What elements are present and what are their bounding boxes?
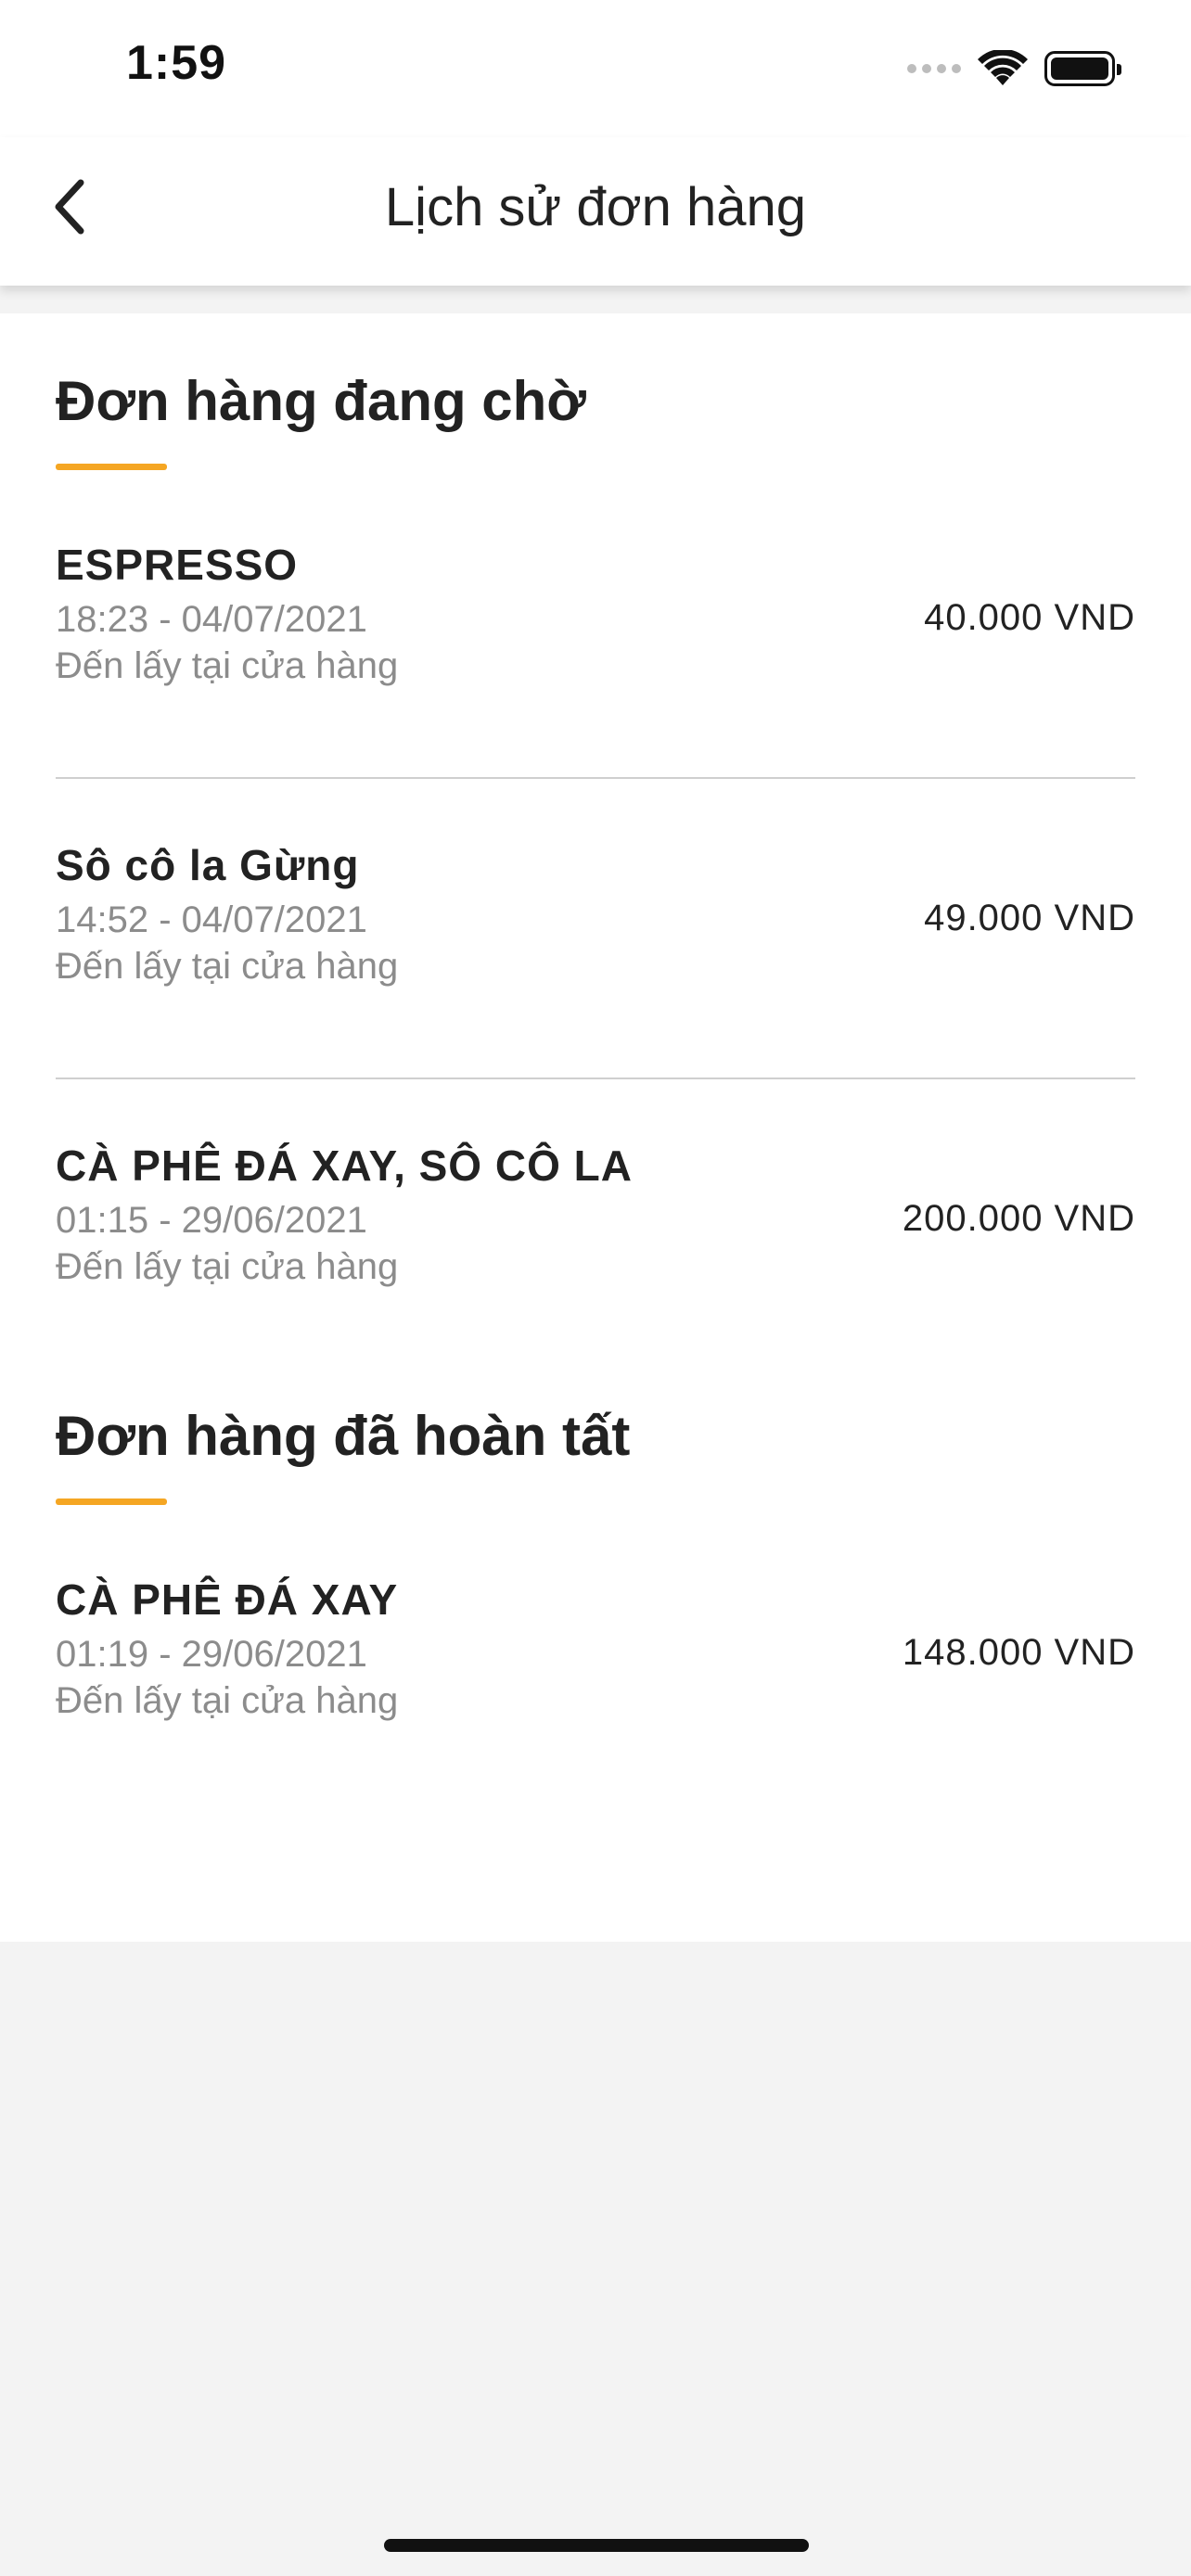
order-name: CÀ PHÊ ĐÁ XAY, SÔ CÔ LA [56, 1141, 633, 1190]
divider [56, 1078, 1135, 1079]
status-time: 1:59 [126, 36, 227, 90]
order-history-content: Đơn hàng đang chờ ESPRESSO 18:23 - 04/07… [0, 313, 1191, 1942]
divider [56, 777, 1135, 779]
battery-icon [1044, 51, 1121, 86]
completed-section-title: Đơn hàng đã hoàn tất [56, 1405, 631, 1467]
order-time: 14:52 - 04/07/2021 [56, 899, 367, 940]
wifi-icon [978, 50, 1028, 85]
order-price: 148.000 VND [902, 1632, 1135, 1673]
pending-order-item[interactable]: CÀ PHÊ ĐÁ XAY, SÔ CÔ LA 01:15 - 29/06/20… [56, 1141, 1135, 1326]
order-name: Sô cô la Gừng [56, 841, 360, 889]
status-icons [907, 46, 1121, 91]
order-price: 49.000 VND [924, 898, 1135, 938]
status-bar: 1:59 [0, 0, 1191, 137]
order-name: ESPRESSO [56, 541, 299, 589]
pending-section-title: Đơn hàng đang chờ [56, 370, 586, 432]
order-pickup-method: Đến lấy tại cửa hàng [56, 1680, 399, 1721]
order-time: 18:23 - 04/07/2021 [56, 599, 367, 640]
completed-section-underline [56, 1498, 167, 1505]
order-time: 01:15 - 29/06/2021 [56, 1200, 367, 1241]
order-price: 40.000 VND [924, 597, 1135, 638]
order-price: 200.000 VND [902, 1198, 1135, 1239]
pending-order-item[interactable]: Sô cô la Gừng 14:52 - 04/07/2021 Đến lấy… [56, 840, 1135, 1026]
home-indicator [384, 2539, 809, 2552]
cellular-signal-icon [907, 64, 961, 73]
order-time: 01:19 - 29/06/2021 [56, 1634, 367, 1675]
order-name: CÀ PHÊ ĐÁ XAY [56, 1575, 399, 1624]
pending-section-underline [56, 464, 167, 470]
navigation-bar: Lịch sử đơn hàng [0, 137, 1191, 286]
page-title: Lịch sử đơn hàng [384, 177, 807, 237]
order-pickup-method: Đến lấy tại cửa hàng [56, 946, 399, 987]
pending-order-item[interactable]: ESPRESSO 18:23 - 04/07/2021 Đến lấy tại … [56, 540, 1135, 725]
order-pickup-method: Đến lấy tại cửa hàng [56, 645, 399, 686]
order-pickup-method: Đến lấy tại cửa hàng [56, 1246, 399, 1287]
completed-order-item[interactable]: CÀ PHÊ ĐÁ XAY 01:19 - 29/06/2021 Đến lấy… [56, 1575, 1135, 1760]
